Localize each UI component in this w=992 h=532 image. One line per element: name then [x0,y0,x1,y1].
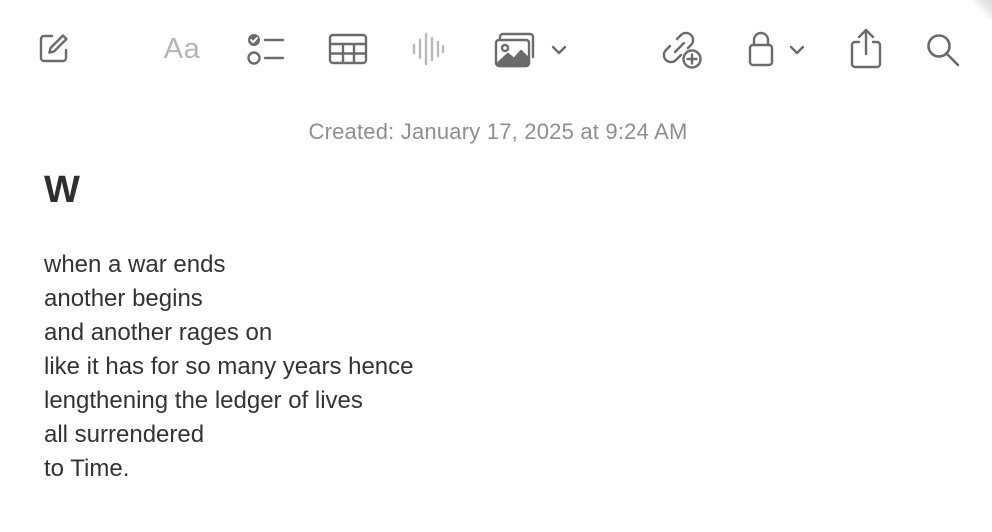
note-line[interactable]: lengthening the ledger of lives [44,384,414,418]
media-button[interactable] [493,30,539,70]
checklist-icon [245,31,285,67]
lock-icon [747,30,775,68]
lock-button[interactable] [746,29,776,69]
table-icon [328,33,368,65]
notes-window: Aa Created: January 17, 2025 at 9:24 AM … [0,0,992,532]
search-button[interactable] [924,31,962,69]
collaborate-button[interactable] [660,28,704,70]
note-line[interactable]: another begins [44,282,414,316]
note-line[interactable]: to Time. [44,452,414,486]
note-created-date: Created: January 17, 2025 at 9:24 AM [308,119,688,144]
link-add-icon [660,28,704,70]
note-body[interactable]: when a war ends another begins and anoth… [44,248,414,486]
note-line[interactable]: like it has for so many years hence [44,350,414,384]
chevron-down-icon [789,44,805,56]
note-title[interactable]: W [44,169,80,211]
note-line[interactable]: when a war ends [44,248,414,282]
note-line[interactable]: all surrendered [44,418,414,452]
chevron-down-icon [551,44,567,56]
format-button[interactable]: Aa [158,31,206,67]
table-button[interactable] [328,32,368,66]
note-line[interactable]: and another rages on [44,316,414,350]
format-label: Aa [163,32,201,65]
share-button[interactable] [848,26,884,70]
photo-library-icon [494,31,538,69]
audio-button[interactable] [410,30,446,68]
compose-button[interactable] [36,30,72,66]
waveform-icon [411,31,445,67]
window-corner [972,0,992,20]
share-icon [849,27,883,69]
compose-icon [37,31,71,65]
lock-menu-button[interactable] [787,40,807,60]
media-menu-button[interactable] [549,40,569,60]
search-icon [925,32,961,68]
checklist-button[interactable] [244,30,286,68]
